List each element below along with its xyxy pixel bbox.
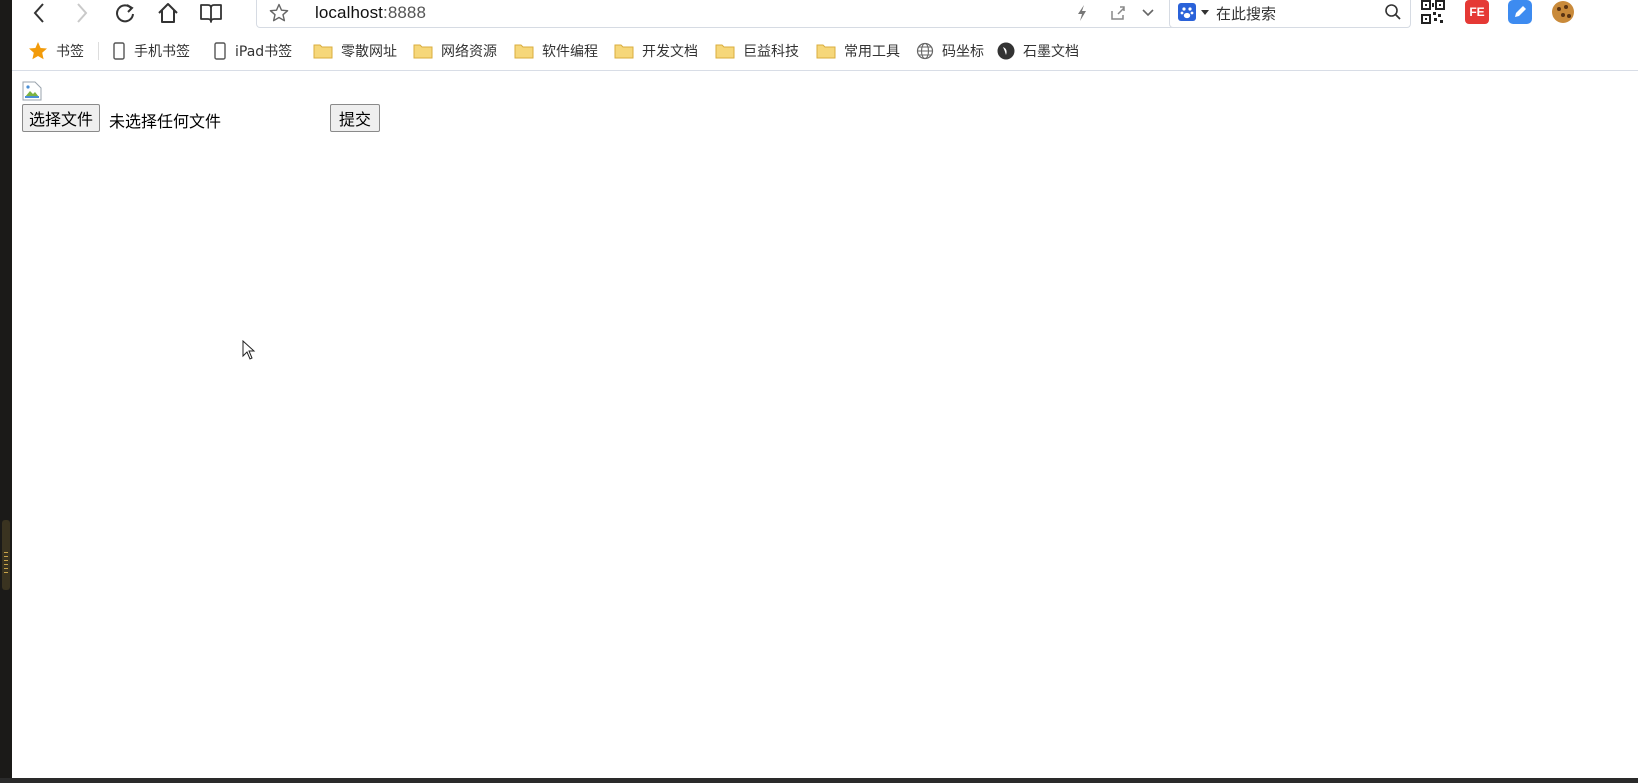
home-icon: [158, 3, 178, 23]
forward-icon: [77, 3, 88, 23]
taskbar-strip: [2, 520, 10, 590]
bookmark-item-mobile[interactable]: 手机书签: [112, 37, 190, 65]
bookmark-item-ipad[interactable]: iPad书签: [213, 37, 292, 65]
url-text[interactable]: localhost:8888: [315, 3, 426, 23]
engine-caret-icon[interactable]: [1201, 10, 1209, 15]
bookmarks-divider: [98, 42, 99, 60]
reload-icon: [116, 4, 134, 23]
bookmark-label: 零散网址: [341, 44, 397, 60]
toolbar: localhost:8888 在此搜索 FE: [12, 0, 1638, 28]
book-icon: [200, 4, 222, 23]
star-icon: [29, 42, 47, 60]
folder-icon: [313, 44, 333, 59]
search-box[interactable]: 在此搜索: [1169, 0, 1411, 28]
bookmark-item-coordinates[interactable]: 码坐标: [916, 37, 984, 65]
choose-file-button[interactable]: 选择文件: [22, 104, 101, 132]
reading-mode-button[interactable]: [196, 0, 226, 26]
home-button[interactable]: [153, 0, 183, 26]
bookmark-folder-juyi[interactable]: 巨益科技: [715, 37, 799, 65]
bookmark-label: 常用工具: [844, 44, 900, 60]
qr-code-icon[interactable]: [1421, 0, 1445, 24]
cookie-extension-icon[interactable]: [1552, 1, 1574, 23]
file-status-text: 未选择任何文件: [109, 112, 222, 131]
bookmark-label: 码坐标: [942, 44, 984, 60]
bookmark-folder-tools[interactable]: 常用工具: [816, 37, 900, 65]
folder-icon: [715, 44, 735, 59]
folder-icon: [816, 44, 836, 59]
url-host: localhost: [315, 3, 383, 22]
tablet-icon: [214, 42, 226, 60]
lightning-icon[interactable]: [1075, 4, 1089, 22]
share-icon[interactable]: [1109, 4, 1127, 22]
browser-chrome: localhost:8888 在此搜索 FE 书签 手机书签 iPad书签 零散…: [12, 0, 1638, 71]
reload-button[interactable]: [110, 0, 140, 26]
bookmark-folder-programming[interactable]: 软件编程: [514, 37, 598, 65]
desktop-edge: [0, 0, 12, 783]
window-bottom-edge: [0, 778, 1638, 783]
folder-icon: [413, 44, 433, 59]
search-engine-icon[interactable]: [1178, 3, 1196, 21]
bookmark-label: 书签: [56, 44, 84, 60]
search-placeholder[interactable]: 在此搜索: [1216, 3, 1276, 24]
url-port: :8888: [383, 3, 427, 22]
note-extension-icon[interactable]: [1508, 0, 1532, 24]
bookmark-folder-misc[interactable]: 零散网址: [313, 37, 397, 65]
globe-icon: [916, 42, 934, 60]
bookmark-label: iPad书签: [235, 44, 293, 60]
back-button[interactable]: [24, 0, 54, 26]
bookmark-folder-network[interactable]: 网络资源: [413, 37, 497, 65]
bookmark-folder-devdocs[interactable]: 开发文档: [614, 37, 698, 65]
forward-button[interactable]: [67, 0, 97, 26]
bookmark-star-icon[interactable]: [269, 3, 289, 23]
bookmark-item-bookmarks[interactable]: 书签: [28, 37, 84, 65]
mouse-cursor-icon: [242, 340, 256, 360]
bookmark-label: 巨益科技: [743, 44, 799, 60]
back-icon: [33, 3, 44, 23]
submit-button[interactable]: 提交: [330, 104, 381, 132]
bookmark-label: 网络资源: [441, 44, 497, 60]
search-icon[interactable]: [1384, 3, 1402, 21]
bookmark-item-shimo[interactable]: 石墨文档: [997, 37, 1079, 65]
folder-icon: [514, 44, 534, 59]
phone-icon: [113, 42, 125, 60]
bookmark-label: 石墨文档: [1023, 44, 1079, 60]
bookmark-label: 软件编程: [542, 44, 598, 60]
address-bar[interactable]: localhost:8888: [256, 0, 1176, 28]
fe-extension-icon[interactable]: FE: [1465, 0, 1489, 24]
chevron-down-icon[interactable]: [1141, 8, 1155, 18]
page-content: 选择文件 未选择任何文件 提交: [12, 72, 1638, 778]
bookmark-label: 手机书签: [134, 44, 190, 60]
broken-image-icon: [22, 81, 42, 101]
folder-icon: [614, 44, 634, 59]
bookmark-label: 开发文档: [642, 44, 698, 60]
shimo-icon: [997, 42, 1015, 60]
bookmarks-bar: 书签 手机书签 iPad书签 零散网址 网络资源 软件编程 开发文档 巨益科技 …: [12, 37, 1638, 65]
